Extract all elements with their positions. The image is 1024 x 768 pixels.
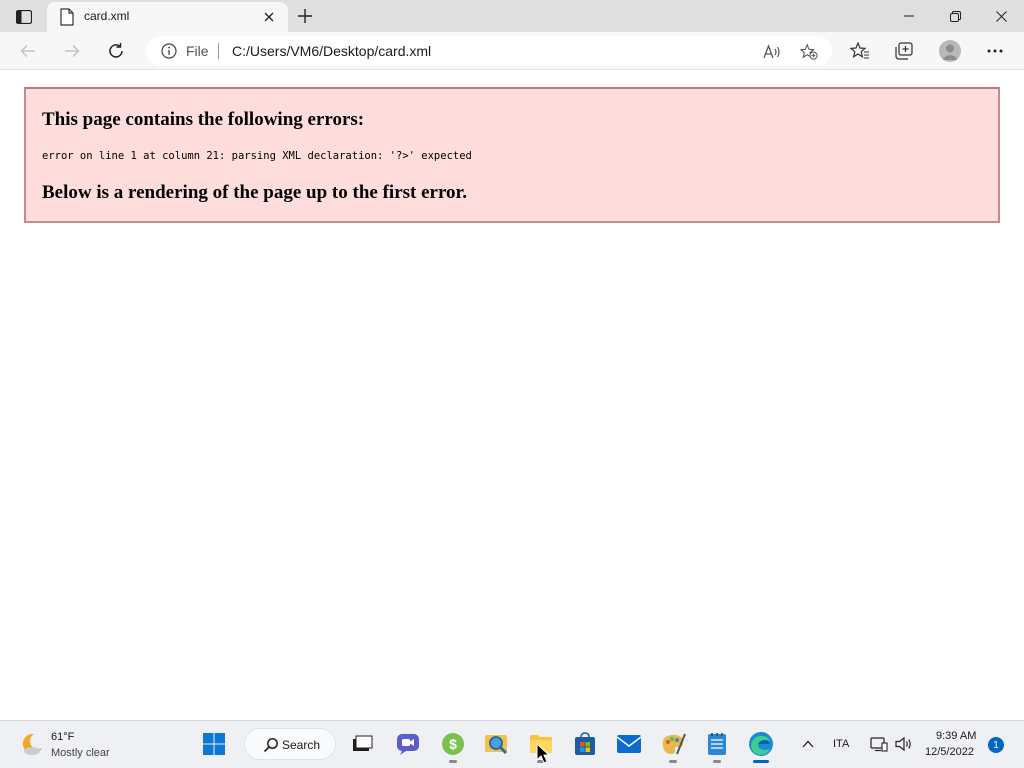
magnifier-app-button[interactable] <box>482 729 512 759</box>
minimize-icon <box>904 15 914 17</box>
restore-button[interactable] <box>932 0 978 32</box>
address-separator <box>218 43 219 59</box>
error-message: error on line 1 at column 21: parsing XM… <box>42 150 472 162</box>
clock-time[interactable]: 9:39 AM <box>936 730 976 742</box>
arrow-left-icon <box>20 44 35 58</box>
chevron-up-icon <box>802 740 814 748</box>
arrow-right-icon <box>65 44 80 58</box>
input-language[interactable]: ITA <box>833 738 849 750</box>
notepad-icon <box>708 733 726 755</box>
volume-button[interactable] <box>894 733 914 755</box>
paint-app-icon <box>662 733 686 755</box>
minimize-button[interactable] <box>886 0 932 32</box>
new-tab-button[interactable] <box>295 6 315 26</box>
plus-icon <box>298 9 312 23</box>
info-icon[interactable] <box>161 43 177 59</box>
chat-button[interactable] <box>393 729 423 759</box>
active-indicator <box>753 760 769 763</box>
start-button[interactable] <box>199 729 229 759</box>
notification-badge[interactable]: 1 <box>988 737 1004 753</box>
money-app-button[interactable]: $ <box>438 729 468 763</box>
favorites-button[interactable] <box>847 38 873 64</box>
forward-button[interactable] <box>59 38 85 64</box>
network-icon <box>870 737 888 752</box>
error-heading: This page contains the following errors: <box>42 109 365 130</box>
running-indicator <box>669 760 677 763</box>
mouse-cursor-icon <box>536 743 550 764</box>
url-text[interactable]: C:/Users/VM6/Desktop/card.xml <box>232 43 431 59</box>
windows-logo-icon <box>203 733 225 755</box>
notepad-button[interactable] <box>702 729 732 763</box>
add-favorite-button[interactable] <box>800 43 818 61</box>
tab-strip: card.xml <box>0 0 1024 32</box>
task-view-icon <box>353 735 373 751</box>
tab-title: card.xml <box>84 9 130 23</box>
close-icon <box>264 12 274 22</box>
paint-app-button[interactable] <box>658 729 688 763</box>
tab-close-button[interactable] <box>261 9 277 25</box>
browser-tab-active[interactable]: card.xml <box>47 2 288 32</box>
close-icon <box>995 10 1007 22</box>
collections-icon <box>895 42 913 60</box>
weather-description[interactable]: Mostly clear <box>51 747 110 759</box>
more-icon <box>987 49 1003 53</box>
render-heading: Below is a rendering of the page up to t… <box>42 182 467 203</box>
money-app-icon: $ <box>442 733 464 755</box>
browser-toolbar: File C:/Users/VM6/Desktop/card.xml <box>0 32 1024 70</box>
settings-more-button[interactable] <box>982 38 1008 64</box>
store-icon <box>575 732 595 755</box>
url-scheme-label: File <box>186 43 209 59</box>
chat-icon <box>397 734 419 755</box>
star-add-icon <box>800 43 818 60</box>
clock-date[interactable]: 12/5/2022 <box>925 746 974 758</box>
back-button[interactable] <box>15 38 41 64</box>
read-aloud-icon <box>763 44 780 59</box>
speaker-icon <box>895 736 911 752</box>
search-label: Search <box>282 738 321 752</box>
profile-avatar[interactable] <box>939 40 961 62</box>
refresh-icon <box>109 43 123 58</box>
edge-button[interactable] <box>746 729 776 763</box>
favorites-icon <box>850 42 869 59</box>
taskbar-search[interactable]: Search <box>244 728 336 760</box>
xml-parse-error-box: This page contains the following errors:… <box>24 87 1000 223</box>
document-icon <box>60 8 74 26</box>
taskbar: 61°F Mostly clear Search $ ITA 9:39 AM 1… <box>0 720 1024 768</box>
running-indicator <box>449 760 457 763</box>
collections-button[interactable] <box>891 38 917 64</box>
running-indicator <box>713 760 721 763</box>
mail-icon <box>616 735 642 753</box>
person-icon <box>942 44 958 60</box>
mail-button[interactable] <box>614 729 644 759</box>
refresh-button[interactable] <box>103 38 129 64</box>
show-hidden-icons-button[interactable] <box>799 733 817 755</box>
network-button[interactable] <box>870 733 888 755</box>
tab-actions-icon <box>16 10 32 24</box>
search-icon <box>263 738 278 753</box>
store-button[interactable] <box>570 729 600 759</box>
tab-actions-button[interactable] <box>11 7 37 27</box>
task-view-button[interactable] <box>347 729 377 759</box>
page-content: This page contains the following errors:… <box>0 71 1024 721</box>
weather-moon-icon[interactable] <box>20 732 44 756</box>
read-aloud-button[interactable] <box>763 43 781 61</box>
close-window-button[interactable] <box>978 0 1024 32</box>
magnifier-app-icon <box>485 735 508 755</box>
weather-temperature[interactable]: 61°F <box>51 731 74 743</box>
edge-icon <box>749 732 773 756</box>
restore-icon <box>949 10 961 22</box>
svg-text:$: $ <box>449 736 457 752</box>
address-bar[interactable]: File C:/Users/VM6/Desktop/card.xml <box>146 36 832 66</box>
